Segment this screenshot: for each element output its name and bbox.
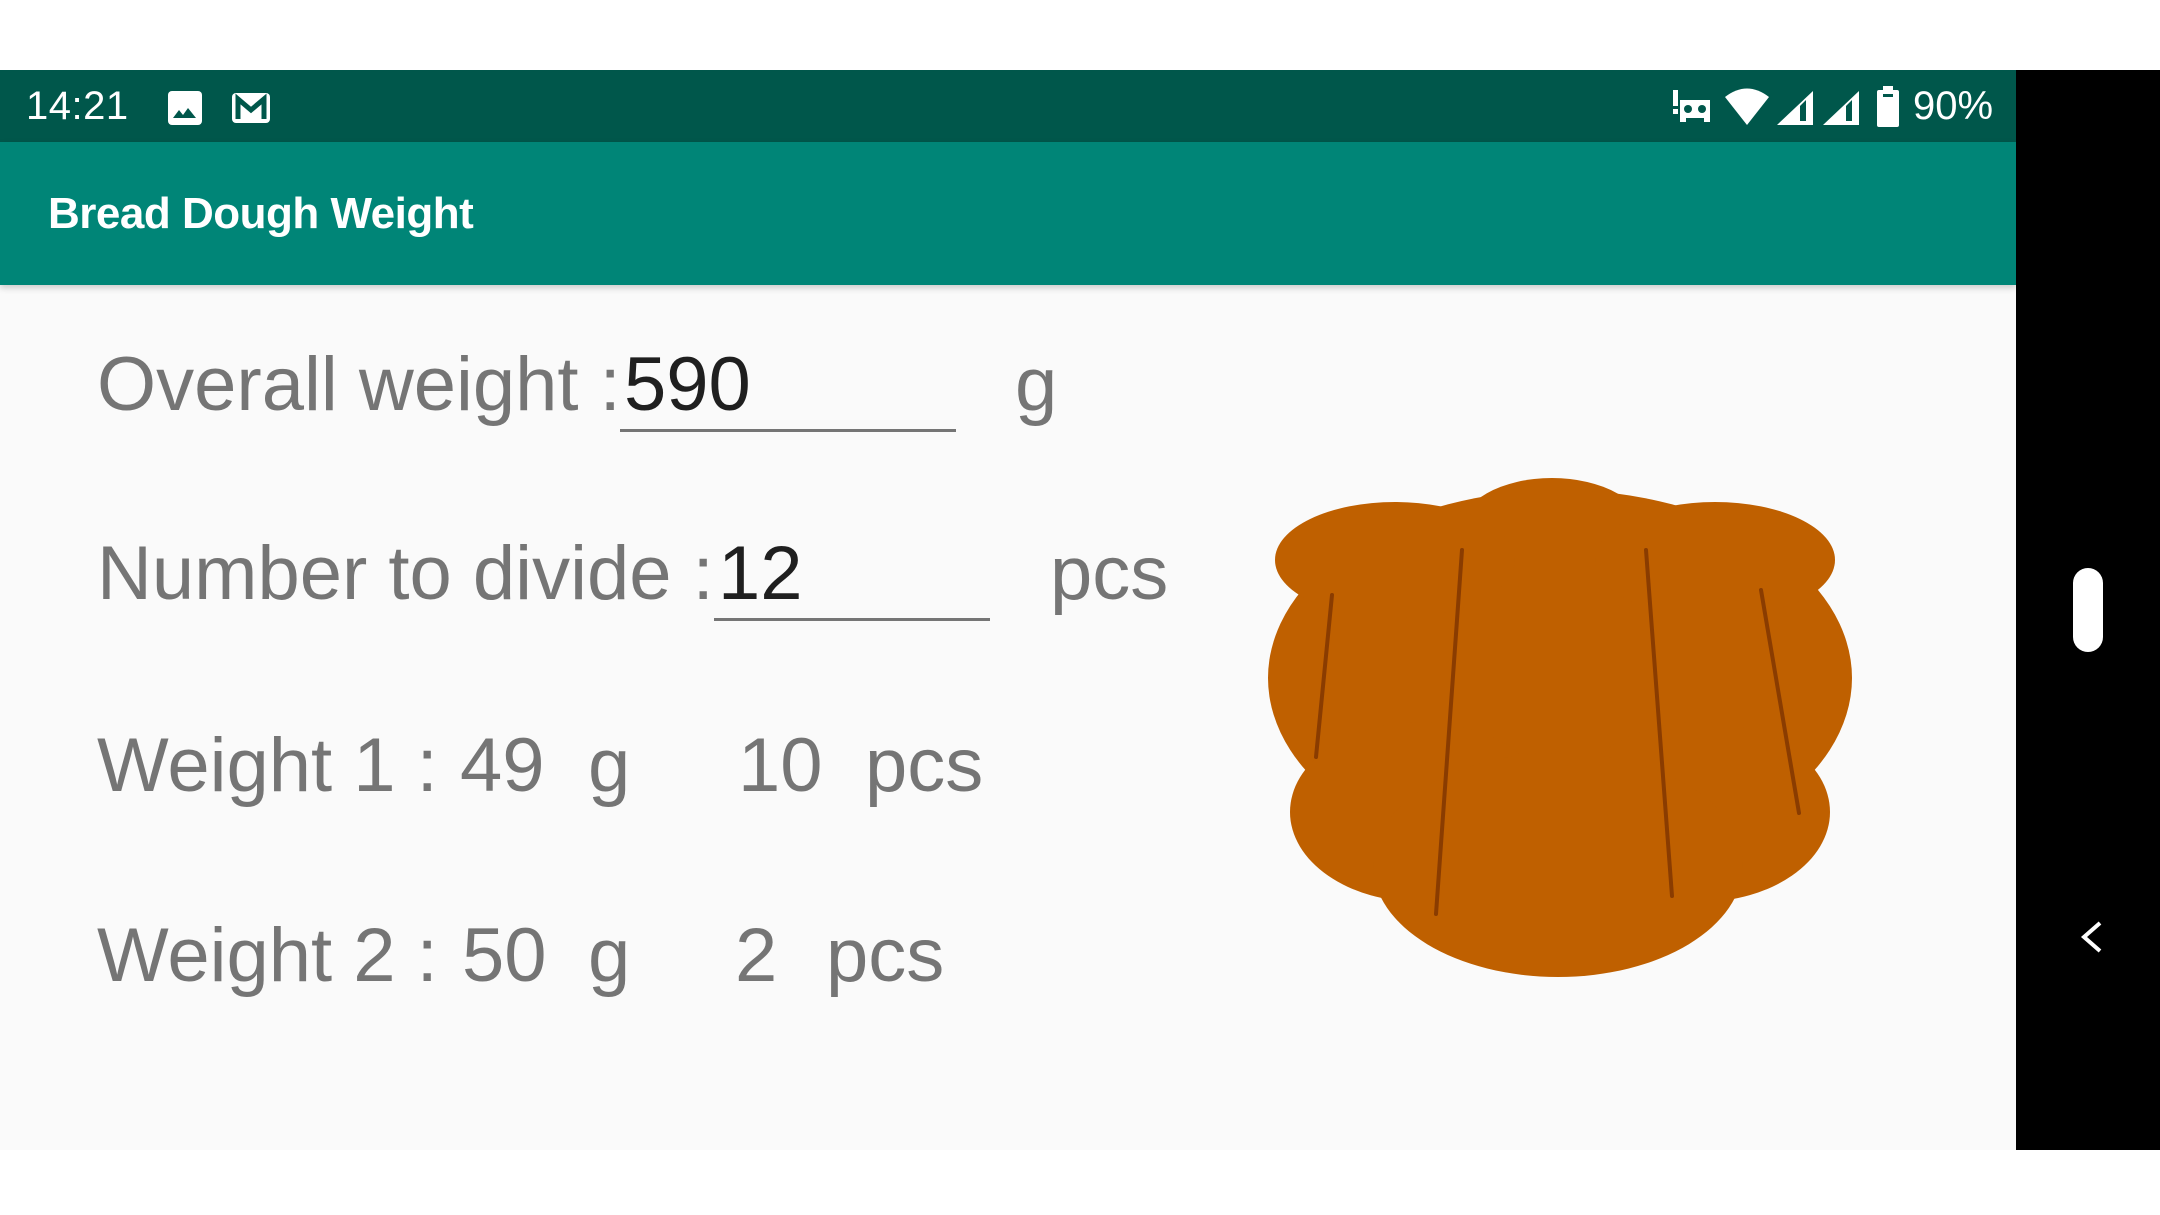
battery-icon	[1877, 86, 1899, 127]
weight-1-unit: g	[588, 723, 631, 808]
navigation-bar	[2016, 70, 2160, 1150]
weight-2-count: 2	[735, 913, 778, 998]
app-bar: Bread Dough Weight	[0, 142, 2016, 285]
wifi-icon	[1725, 88, 1769, 125]
back-chevron-icon	[2080, 921, 2102, 953]
bread-illustration	[1268, 478, 1852, 977]
home-button[interactable]	[2073, 568, 2103, 652]
weight-2-value: 50	[462, 913, 547, 998]
number-to-divide-input[interactable]: 12	[714, 530, 990, 621]
number-to-divide-label: Number to divide :	[97, 531, 714, 616]
app-screen: 14:21 90% Bread Dough Weight Overall wei…	[0, 70, 2016, 1150]
bread-body	[1268, 478, 1852, 977]
weight-2-count-unit: pcs	[826, 913, 945, 998]
battery-percent: 90%	[1913, 84, 1994, 128]
weight-2-unit: g	[588, 913, 631, 998]
weight-2-label: Weight 2 :	[97, 913, 438, 998]
back-button[interactable]	[2076, 920, 2106, 954]
weight-1-count-unit: pcs	[865, 723, 984, 808]
overall-weight-value: 590	[624, 342, 751, 427]
weight-1-value: 49	[460, 723, 545, 808]
overall-weight-label: Overall weight :	[97, 342, 621, 427]
weight-1-count: 10	[738, 723, 823, 808]
overall-weight-input[interactable]: 590	[620, 341, 956, 432]
signal-icon	[1823, 91, 1859, 125]
weight-1-label: Weight 1 :	[97, 723, 438, 808]
image-icon	[168, 91, 202, 125]
signal-icon	[1777, 91, 1813, 125]
gmail-icon	[232, 93, 270, 123]
number-to-divide-unit: pcs	[1050, 531, 1169, 616]
overall-weight-unit: g	[1015, 342, 1058, 427]
app-title: Bread Dough Weight	[48, 189, 474, 238]
car-mode-alert-icon	[1673, 90, 1710, 122]
status-time: 14:21	[26, 84, 129, 128]
status-bar: 14:21 90%	[0, 70, 2016, 142]
number-to-divide-value: 12	[718, 531, 803, 616]
